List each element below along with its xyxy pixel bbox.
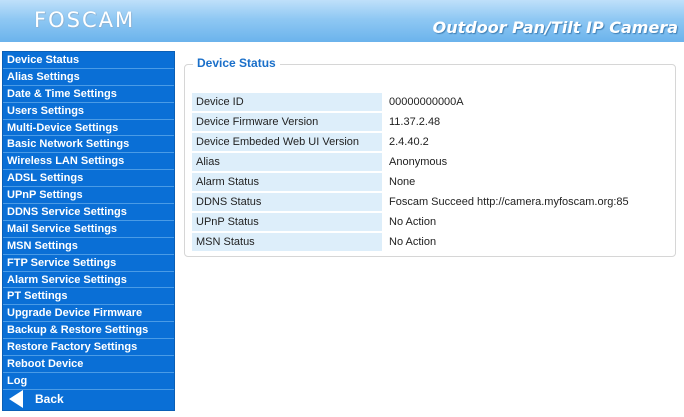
sidebar-item-backup-restore-settings[interactable]: Backup & Restore Settings bbox=[3, 322, 174, 340]
table-row: UPnP Status No Action bbox=[192, 213, 668, 231]
sidebar-item-pt-settings[interactable]: PT Settings bbox=[3, 288, 174, 306]
sidebar-item-restore-factory-settings[interactable]: Restore Factory Settings bbox=[3, 339, 174, 357]
sidebar-item-msn-settings[interactable]: MSN Settings bbox=[3, 238, 174, 255]
sidebar-item-upgrade-device-firmware[interactable]: Upgrade Device Firmware bbox=[3, 305, 174, 323]
row-label: Device ID bbox=[192, 93, 382, 111]
device-status-panel: Device Status Device ID 00000000000A Dev… bbox=[184, 56, 676, 257]
table-row: Alias Anonymous bbox=[192, 153, 668, 171]
status-table: Device ID 00000000000A Device Firmware V… bbox=[192, 91, 668, 253]
sidebar-item-device-status[interactable]: Device Status bbox=[3, 52, 174, 69]
foscam-logo: FOSCAM bbox=[34, 8, 136, 32]
product-title: Outdoor Pan/Tilt IP Camera bbox=[432, 18, 678, 37]
row-label: Alarm Status bbox=[192, 173, 382, 191]
section-title: Device Status bbox=[193, 56, 280, 70]
row-label: MSN Status bbox=[192, 233, 382, 251]
sidebar-item-upnp-settings[interactable]: UPnP Settings bbox=[3, 187, 174, 205]
row-label: Device Firmware Version bbox=[192, 113, 382, 131]
sidebar-item-date-time-settings[interactable]: Date & Time Settings bbox=[3, 86, 174, 103]
table-row: MSN Status No Action bbox=[192, 233, 668, 251]
row-value: No Action bbox=[382, 233, 668, 251]
header-banner: FOSCAM Outdoor Pan/Tilt IP Camera bbox=[0, 0, 684, 42]
back-arrow-icon bbox=[9, 390, 23, 408]
table-row: DDNS Status Foscam Succeed http://camera… bbox=[192, 193, 668, 211]
sidebar-item-users-settings[interactable]: Users Settings bbox=[3, 103, 174, 120]
row-value: Anonymous bbox=[382, 153, 668, 171]
back-label: Back bbox=[35, 392, 64, 406]
row-value: Foscam Succeed http://camera.myfoscam.or… bbox=[382, 193, 668, 211]
sidebar-nav: Device Status Alias Settings Date & Time… bbox=[2, 51, 175, 411]
row-value: 2.4.40.2 bbox=[382, 133, 668, 151]
sidebar-item-adsl-settings[interactable]: ADSL Settings bbox=[3, 170, 174, 188]
sidebar-item-alarm-service-settings[interactable]: Alarm Service Settings bbox=[3, 272, 174, 289]
row-label: UPnP Status bbox=[192, 213, 382, 231]
table-row: Alarm Status None bbox=[192, 173, 668, 191]
sidebar-item-multi-device-settings[interactable]: Multi-Device Settings bbox=[3, 120, 174, 137]
back-button[interactable]: Back bbox=[3, 388, 174, 410]
sidebar-item-reboot-device[interactable]: Reboot Device bbox=[3, 356, 174, 373]
row-label: DDNS Status bbox=[192, 193, 382, 211]
sidebar-item-ddns-service-settings[interactable]: DDNS Service Settings bbox=[3, 204, 174, 221]
table-row: Device ID 00000000000A bbox=[192, 93, 668, 111]
row-label: Device Embeded Web UI Version bbox=[192, 133, 382, 151]
row-value: No Action bbox=[382, 213, 668, 231]
sidebar-item-alias-settings[interactable]: Alias Settings bbox=[3, 69, 174, 86]
sidebar-item-wireless-lan-settings[interactable]: Wireless LAN Settings bbox=[3, 153, 174, 171]
row-value: 00000000000A bbox=[382, 93, 668, 111]
row-label: Alias bbox=[192, 153, 382, 171]
row-value: None bbox=[382, 173, 668, 191]
table-row: Device Embeded Web UI Version 2.4.40.2 bbox=[192, 133, 668, 151]
sidebar-item-mail-service-settings[interactable]: Mail Service Settings bbox=[3, 221, 174, 238]
row-value: 11.37.2.48 bbox=[382, 113, 668, 131]
sidebar-item-basic-network-settings[interactable]: Basic Network Settings bbox=[3, 136, 174, 154]
table-row: Device Firmware Version 11.37.2.48 bbox=[192, 113, 668, 131]
sidebar-item-ftp-service-settings[interactable]: FTP Service Settings bbox=[3, 255, 174, 272]
